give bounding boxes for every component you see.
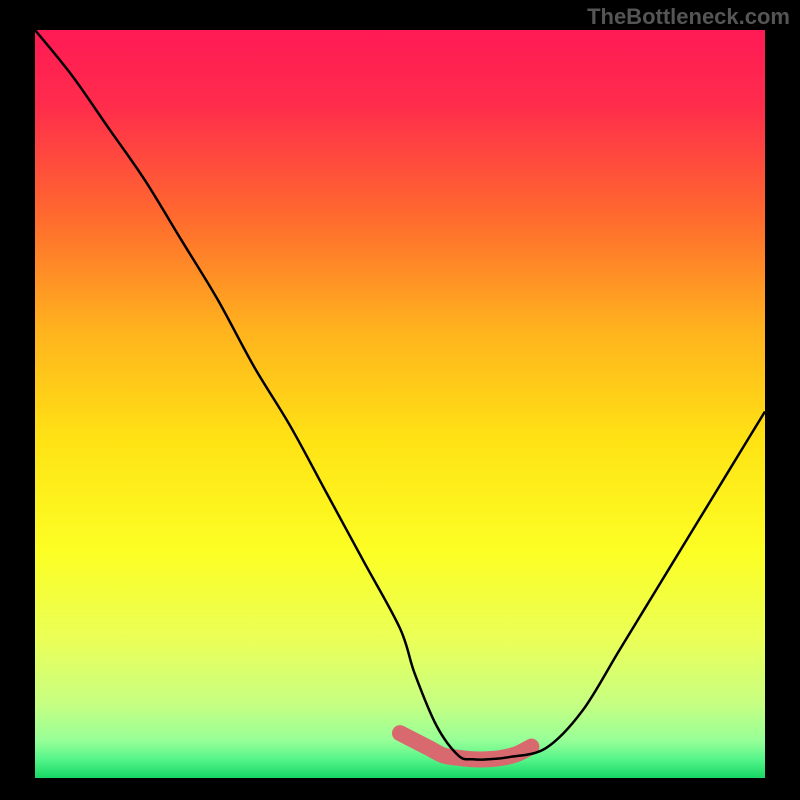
bottleneck-curve	[35, 30, 765, 778]
watermark-text: TheBottleneck.com	[587, 4, 790, 30]
plot-area	[35, 30, 765, 778]
chart-frame: TheBottleneck.com	[0, 0, 800, 800]
